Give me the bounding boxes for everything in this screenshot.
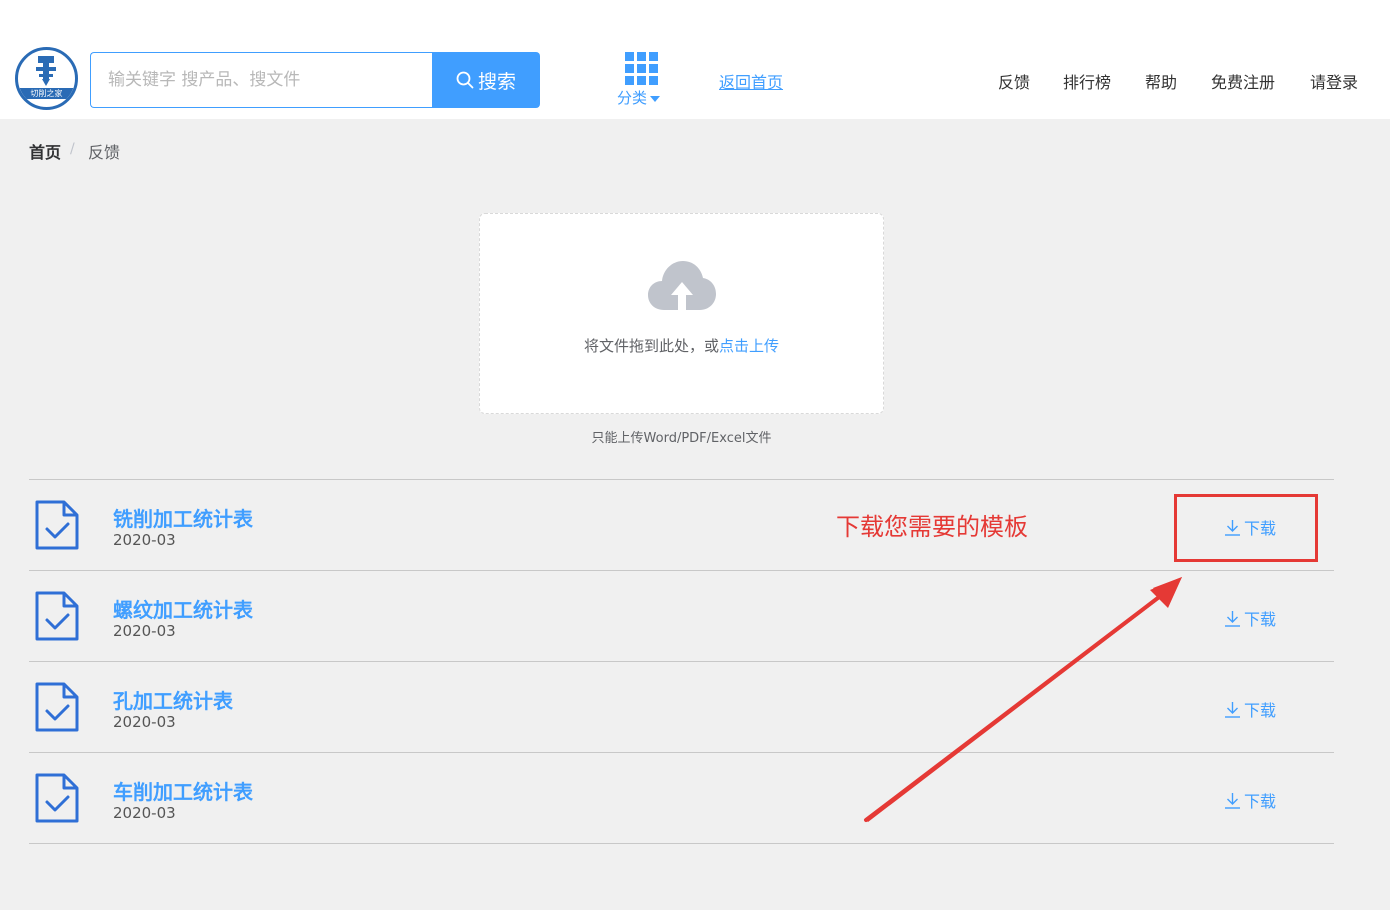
file-date: 2020-03 bbox=[113, 804, 176, 822]
category-label: 分类 bbox=[617, 89, 648, 107]
annotation-highlight-box bbox=[1174, 494, 1318, 562]
download-icon bbox=[1225, 792, 1240, 809]
caret-down-icon bbox=[650, 95, 661, 102]
list-item: 铣削加工统计表 2020-03 下载 bbox=[29, 480, 1334, 571]
download-icon bbox=[1225, 701, 1240, 718]
file-title[interactable]: 螺纹加工统计表 bbox=[113, 594, 253, 623]
grid-icon bbox=[625, 52, 658, 85]
download-button[interactable]: 下载 bbox=[1224, 606, 1276, 630]
list-item: 孔加工统计表 2020-03 下载 bbox=[29, 662, 1334, 753]
file-date: 2020-03 bbox=[113, 622, 176, 640]
file-date: 2020-03 bbox=[113, 713, 176, 731]
search-button[interactable]: 搜索 bbox=[432, 52, 540, 108]
cloud-upload-icon bbox=[648, 261, 716, 310]
nav-feedback[interactable]: 反馈 bbox=[998, 69, 1030, 93]
site-logo[interactable]: 切削之家 bbox=[15, 47, 78, 110]
download-label: 下载 bbox=[1244, 610, 1277, 629]
file-date: 2020-03 bbox=[113, 531, 176, 549]
nav-login[interactable]: 请登录 bbox=[1310, 69, 1358, 93]
download-icon bbox=[1225, 610, 1240, 627]
top-header: 切削之家 搜索 分类 返回首页 反馈 排行榜 帮助 免费注册 请登录 bbox=[0, 0, 1390, 119]
download-label: 下载 bbox=[1244, 701, 1277, 720]
list-item: 车削加工统计表 2020-03 下载 bbox=[29, 753, 1334, 844]
document-check-icon bbox=[35, 500, 79, 550]
file-list: 铣削加工统计表 2020-03 下载 螺纹加工统计表 2020-03 下载 孔加… bbox=[29, 479, 1334, 844]
document-check-icon bbox=[35, 773, 79, 823]
breadcrumb-home[interactable]: 首页 bbox=[29, 139, 61, 163]
document-check-icon bbox=[35, 682, 79, 732]
logo-text: 切削之家 bbox=[18, 88, 75, 99]
breadcrumb-current: 反馈 bbox=[88, 143, 121, 162]
upload-tip: 只能上传Word/PDF/Excel文件 bbox=[591, 431, 772, 446]
upload-dropzone[interactable]: 将文件拖到此处，或点击上传 bbox=[479, 213, 884, 414]
breadcrumb-separator: / bbox=[70, 141, 75, 157]
download-button[interactable]: 下载 bbox=[1224, 697, 1276, 721]
search-input[interactable] bbox=[90, 52, 433, 108]
download-button[interactable]: 下载 bbox=[1224, 788, 1276, 812]
annotation-text: 下载您需要的模板 bbox=[836, 513, 1028, 541]
upload-instruction: 将文件拖到此处，或 bbox=[583, 337, 719, 355]
file-title[interactable]: 车削加工统计表 bbox=[113, 776, 253, 805]
file-title[interactable]: 铣削加工统计表 bbox=[113, 503, 253, 532]
file-title[interactable]: 孔加工统计表 bbox=[113, 685, 233, 714]
click-upload-link[interactable]: 点击上传 bbox=[719, 337, 779, 355]
category-menu[interactable]: 分类 bbox=[614, 52, 666, 108]
download-label: 下载 bbox=[1244, 792, 1277, 811]
search-button-label: 搜索 bbox=[477, 71, 516, 93]
nav-help[interactable]: 帮助 bbox=[1145, 69, 1177, 93]
back-to-home-link[interactable]: 返回首页 bbox=[719, 69, 783, 93]
list-item: 螺纹加工统计表 2020-03 下载 bbox=[29, 571, 1334, 662]
search-icon bbox=[456, 71, 474, 89]
nav-register[interactable]: 免费注册 bbox=[1211, 69, 1275, 93]
document-check-icon bbox=[35, 591, 79, 641]
nav-ranking[interactable]: 排行榜 bbox=[1063, 69, 1111, 93]
